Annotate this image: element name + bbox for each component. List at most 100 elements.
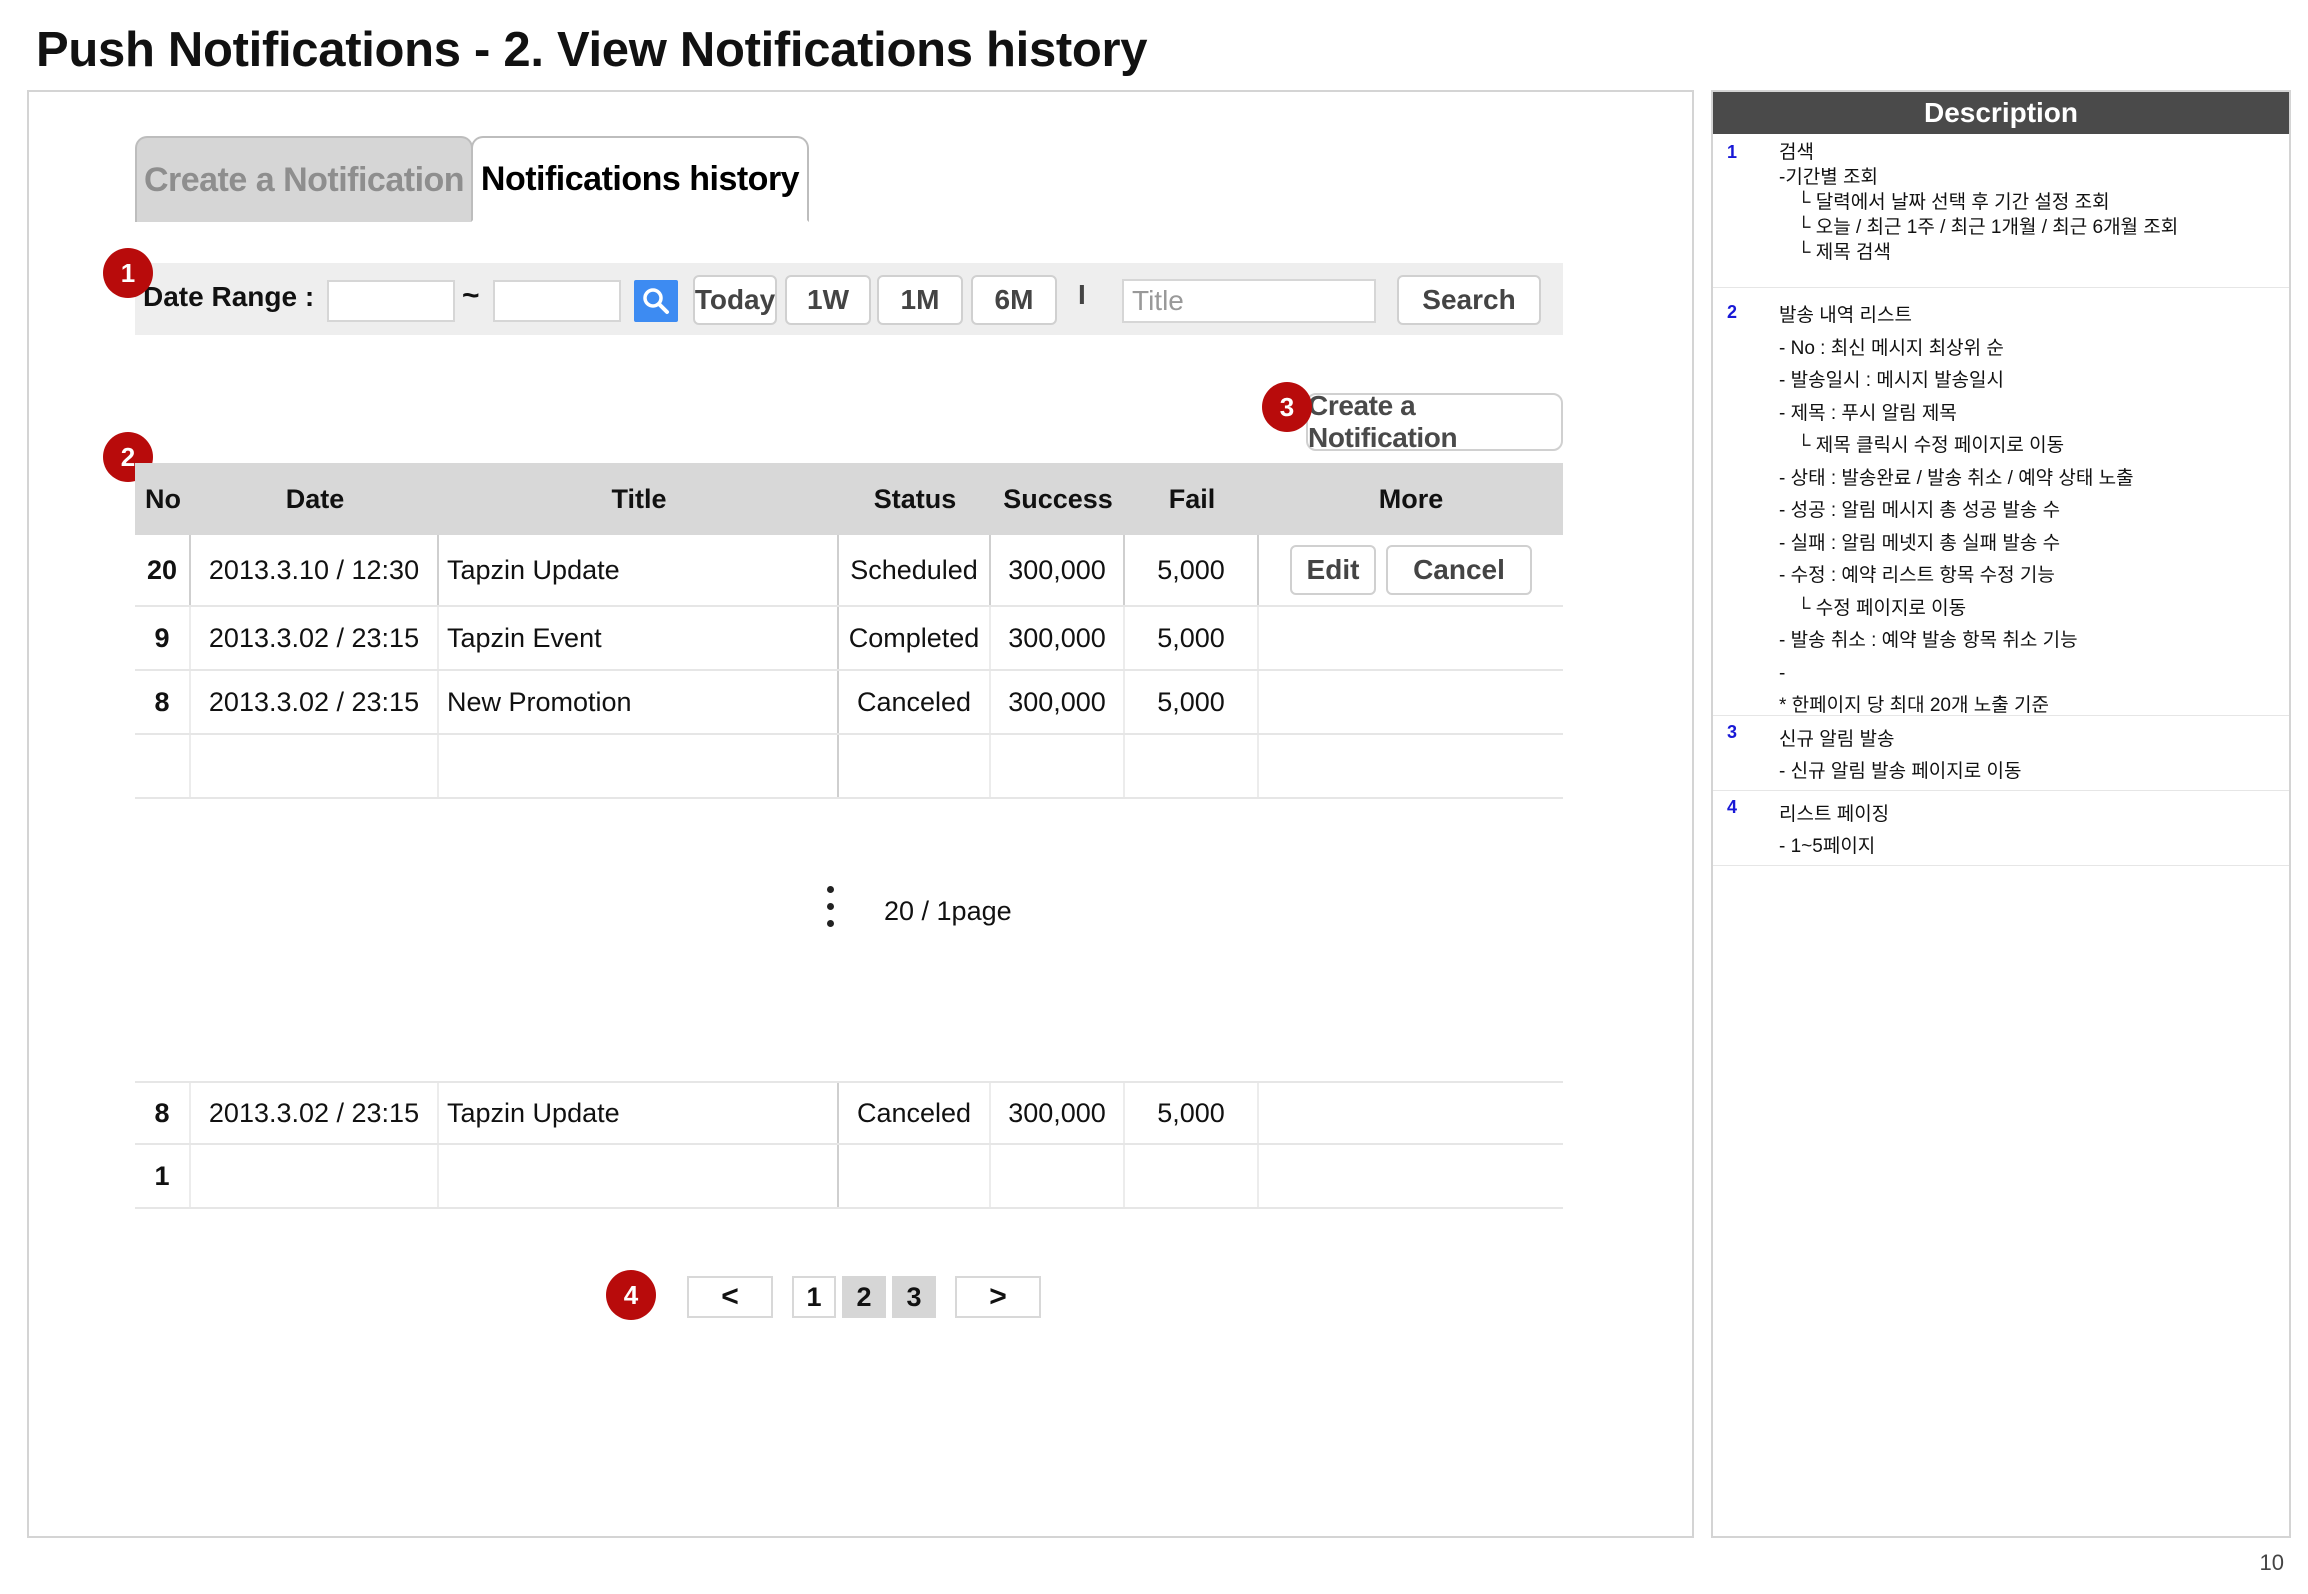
- search-icon: [643, 288, 669, 314]
- description-lines: 리스트 페이징 - 1~5페이지: [1779, 799, 1889, 863]
- row-date: 2013.3.02 / 23:15: [191, 671, 439, 733]
- table-header: No Date Title Status Success Fail More: [135, 463, 1563, 535]
- table-row: [135, 735, 1563, 799]
- table-row: 8 2013.3.02 / 23:15 Tapzin Update Cancel…: [135, 1081, 1563, 1145]
- row-title-link[interactable]: [439, 735, 839, 797]
- row-fail: 5,000: [1125, 671, 1259, 733]
- description-lines: 신규 알림 발송 - 신규 알림 발송 페이지로 이동: [1779, 724, 2021, 788]
- pagination-page-3[interactable]: 3: [892, 1276, 936, 1318]
- pagination-prev-button[interactable]: <: [687, 1276, 773, 1318]
- header-date: Date: [285, 483, 345, 514]
- header-title: Title: [611, 483, 667, 514]
- marker-4: 4: [606, 1270, 656, 1320]
- row-more: [1259, 671, 1563, 733]
- search-bar: Date Range : ~ Today 1W 1M 6M I Search: [135, 263, 1563, 335]
- row-no: [135, 735, 191, 797]
- description-line: └ 달력에서 날짜 선택 후 기간 설정 조회: [1797, 192, 2110, 213]
- description-line: - 신규 알림 발송 페이지로 이동: [1779, 761, 2022, 782]
- description-line: └ 오늘 / 최근 1주 / 최근 1개월 / 최근 6개월 조회: [1797, 217, 2179, 238]
- description-section-4: 4 리스트 페이징 - 1~5페이지: [1713, 791, 2289, 866]
- row-no: 9: [135, 607, 191, 669]
- range-1w-button[interactable]: 1W: [785, 275, 871, 325]
- row-date: 2013.3.02 / 23:15: [191, 1083, 439, 1143]
- row-success: 300,000: [991, 535, 1125, 605]
- row-more: [1259, 735, 1563, 797]
- description-line: - 발송 취소 : 예약 발송 항목 취소 기능: [1779, 630, 2078, 651]
- description-number: 2: [1727, 302, 1738, 322]
- cancel-button[interactable]: Cancel: [1386, 545, 1532, 595]
- description-line: - 1~5페이지: [1779, 836, 1876, 857]
- row-status: Canceled: [839, 1083, 991, 1143]
- marker-3: 3: [1262, 382, 1312, 432]
- description-line: - 제목 : 푸시 알림 제목: [1779, 402, 1957, 424]
- pagination-page-2[interactable]: 2: [842, 1276, 886, 1318]
- search-button[interactable]: Search: [1397, 275, 1541, 325]
- description-line: -기간별 조회: [1779, 167, 1879, 188]
- row-status: Canceled: [839, 671, 991, 733]
- row-fail: [1125, 1145, 1259, 1207]
- row-fail: 5,000: [1125, 1083, 1259, 1143]
- row-no: 8: [135, 671, 191, 733]
- description-lines: 검색 -기간별 조회 └ 달력에서 날짜 선택 후 기간 설정 조회 └ 오늘 …: [1779, 140, 2178, 265]
- vertical-ellipsis-icon: [827, 886, 835, 937]
- table-row: 20 2013.3.10 / 12:30 Tapzin Update Sched…: [135, 535, 1563, 607]
- description-line: - 실패 : 알림 메넷지 총 실패 발송 수: [1779, 532, 2061, 554]
- tab-notifications-history[interactable]: Notifications history: [471, 136, 809, 222]
- date-separator: ~: [462, 279, 480, 312]
- row-title-link[interactable]: New Promotion: [439, 671, 839, 733]
- row-no: 1: [135, 1145, 191, 1207]
- description-header: Description: [1713, 92, 2289, 134]
- page-count: 20 / 1page: [884, 896, 1012, 926]
- row-more: [1259, 607, 1563, 669]
- row-success: 300,000: [991, 671, 1125, 733]
- description-line: - 발송일시 : 메시지 발송일시: [1779, 370, 2005, 391]
- pagination-page-1[interactable]: 1: [792, 1276, 836, 1318]
- description-section-1: 1 검색 -기간별 조회 └ 달력에서 날짜 선택 후 기간 설정 조회 └ 오…: [1713, 134, 2289, 288]
- header-success: Success: [1003, 483, 1113, 514]
- row-status: Completed: [839, 607, 991, 669]
- row-date: 2013.3.02 / 23:15: [191, 607, 439, 669]
- row-success: 300,000: [991, 1083, 1125, 1143]
- description-line: 리스트 페이징: [1779, 804, 1890, 825]
- search-divider: I: [1078, 279, 1086, 310]
- row-more: [1259, 1145, 1563, 1207]
- page-title: Push Notifications - 2. View Notificatio…: [36, 23, 1148, 77]
- description-line: 신규 알림 발송: [1779, 729, 1895, 750]
- description-line: -: [1779, 662, 1786, 684]
- description-line: └ 수정 페이지로 이동: [1797, 597, 1967, 619]
- range-6m-button[interactable]: 6M: [971, 275, 1057, 325]
- range-today-button[interactable]: Today: [693, 275, 777, 325]
- description-panel: Description 1 검색 -기간별 조회 └ 달력에서 날짜 선택 후 …: [1711, 90, 2291, 1538]
- row-more: Edit Cancel: [1259, 535, 1563, 605]
- create-notification-button[interactable]: Create a Notification: [1306, 390, 1563, 453]
- row-fail: 5,000: [1125, 535, 1259, 605]
- range-1m-button[interactable]: 1M: [877, 275, 963, 325]
- title-search-input[interactable]: [1122, 279, 1376, 323]
- header-fail: Fail: [1168, 483, 1216, 514]
- end-date-input[interactable]: [493, 280, 621, 322]
- description-number: 4: [1727, 797, 1738, 817]
- tab-create-notification[interactable]: Create a Notification: [135, 136, 473, 222]
- row-title-link[interactable]: Tapzin Update: [439, 535, 839, 605]
- row-fail: [1125, 735, 1259, 797]
- edit-button[interactable]: Edit: [1290, 545, 1376, 595]
- row-title-link[interactable]: Tapzin Event: [439, 607, 839, 669]
- header-no: No: [145, 483, 181, 514]
- calendar-search-button[interactable]: [634, 280, 678, 322]
- description-line: - 수정 : 예약 리스트 항목 수정 기능: [1779, 565, 2055, 586]
- row-date: [191, 1145, 439, 1207]
- slide-page-number: 10: [2259, 1550, 2284, 1575]
- row-success: [991, 1145, 1125, 1207]
- row-status: [839, 1145, 991, 1207]
- row-title-link[interactable]: Tapzin Update: [439, 1083, 839, 1143]
- row-title-link[interactable]: [439, 1145, 839, 1207]
- description-lines: 발송 내역 리스트 - No : 최신 메시지 최상위 순 - 발송일시 : 메…: [1779, 300, 2134, 723]
- table-row: 9 2013.3.02 / 23:15 Tapzin Event Complet…: [135, 607, 1563, 671]
- header-status: Status: [873, 483, 957, 514]
- start-date-input[interactable]: [327, 280, 455, 322]
- description-line: 검색: [1779, 142, 1814, 163]
- pagination-next-button[interactable]: >: [955, 1276, 1041, 1318]
- row-no: 8: [135, 1083, 191, 1143]
- description-line: - 성공 : 알림 메시지 총 성공 발송 수: [1779, 500, 2061, 521]
- description-section-2: 2 발송 내역 리스트 - No : 최신 메시지 최상위 순 - 발송일시 :…: [1713, 288, 2289, 716]
